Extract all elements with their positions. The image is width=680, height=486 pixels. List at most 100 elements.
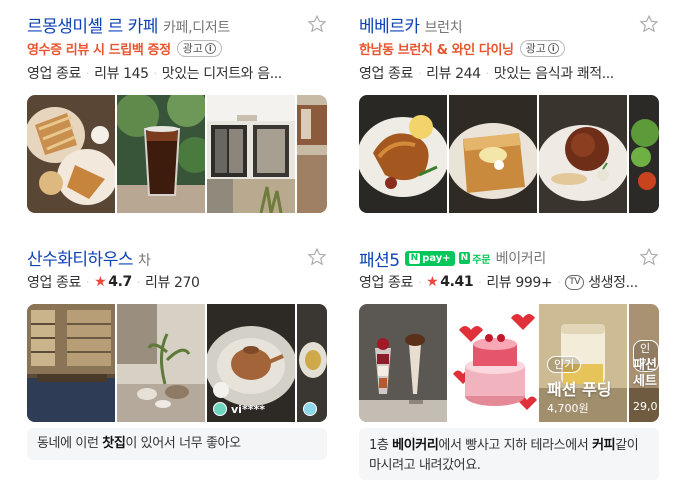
ad-badge[interactable]: 광고 i	[519, 39, 565, 57]
place-name[interactable]: 산수화티하우스	[27, 245, 133, 270]
place-name[interactable]: 르몽생미셸 르 카페	[27, 12, 158, 37]
separator: ·	[85, 66, 90, 80]
product-price: 29,0	[633, 400, 658, 413]
separator: ·	[136, 275, 141, 289]
review-snippet[interactable]: 동네에 이런 찻집이 있어서 너무 좋아오	[27, 428, 327, 460]
separator: ·	[417, 66, 422, 80]
info-icon: i	[547, 42, 559, 54]
place-card-3[interactable]: 산수화티하우스 차 영업 종료 · ★ 4.7 · 리뷰 270 vi**** …	[27, 245, 327, 460]
review-count[interactable]: 리뷰 244	[426, 63, 481, 83]
info-row: 영업 종료 · ★ 4.41 · 리뷰 999+ · TV 생생정...	[359, 271, 659, 293]
review-text: 이 있어서 너무 좋아오	[125, 436, 241, 451]
place-category: 브런치	[424, 20, 463, 36]
info-row: 영업 종료 · ★ 4.7 · 리뷰 270	[27, 271, 327, 293]
product-name: 패션 푸딩	[547, 380, 612, 399]
review-snippet[interactable]: 1층 베이커리에서 빵사고 지하 테라스에서 커피같이마시려고 내려갔어요.	[359, 428, 659, 480]
place-name[interactable]: 패션5	[359, 246, 400, 271]
separator: ·	[417, 275, 422, 289]
photo-tearoom[interactable]	[27, 304, 115, 422]
photo-iced-coffee[interactable]	[117, 95, 205, 213]
photo-gallery[interactable]: 인기 패션 푸딩 4,700원 인기 패션 세트 29,0	[359, 304, 659, 422]
ad-label: 광고	[525, 41, 546, 55]
photo-french-toast[interactable]	[449, 95, 537, 213]
photo-storefront[interactable]	[207, 95, 295, 213]
naver-n-icon: N	[408, 252, 421, 264]
place-title-row: 르몽생미셸 르 카페 카페,디저트	[27, 12, 327, 38]
place-title-row: 패션5 Npay + N 주문 베이커리	[359, 245, 659, 271]
naverpay-badge: Npay +	[404, 250, 455, 266]
photo-salad[interactable]	[629, 95, 659, 213]
place-card-2[interactable]: 베베르카 브런치 한남동 브런치 & 와인 다이닝 광고 i 영업 종료 · 리뷰…	[359, 12, 659, 217]
photo-teapot[interactable]: vi****	[207, 304, 295, 422]
product-price: 4,700원	[547, 402, 589, 415]
product-set[interactable]: 인기 패션 세트 29,0	[629, 304, 659, 422]
review-keyword: 베이커리	[392, 438, 439, 453]
ad-label: 광고	[182, 41, 203, 55]
photo-gallery[interactable]	[359, 95, 659, 213]
photo-meat-dish[interactable]	[539, 95, 627, 213]
tv-icon: TV	[565, 274, 585, 290]
product-name: 패션 세트	[633, 358, 657, 389]
rating-star-icon: ★	[426, 274, 439, 290]
review-keyword: 찻집	[102, 436, 126, 451]
naverpay-label: pay	[422, 252, 443, 264]
business-status: 영업 종료	[359, 275, 413, 291]
photo-parfait[interactable]	[359, 304, 447, 422]
description: 맛있는 디저트와 음...	[161, 66, 282, 82]
place-category: 카페,디저트	[162, 20, 230, 36]
place-title-row: 베베르카 브런치	[359, 12, 659, 38]
bookmark-star-icon[interactable]	[639, 247, 659, 267]
info-row: 영업 종료 · 리뷰 145 · 맛있는 디저트와 음...	[27, 62, 327, 84]
separator: ·	[557, 275, 561, 289]
info-icon: i	[204, 42, 216, 54]
place-title-row: 산수화티하우스 차	[27, 245, 327, 271]
photo-tea-cup[interactable]	[297, 304, 327, 422]
reviewer-avatar	[213, 402, 227, 416]
tv-show-text[interactable]: 생생정...	[588, 272, 638, 292]
review-count[interactable]: 리뷰 270	[145, 272, 200, 292]
order-badge: N 주문	[458, 251, 491, 266]
photo-interior[interactable]	[297, 95, 327, 213]
info-row: 영업 종료 · 리뷰 244 · 맛있는 음식과 쾌적...	[359, 62, 659, 84]
separator: ·	[153, 66, 158, 80]
reviewer-name: vi****	[231, 403, 265, 416]
order-label: 주문	[472, 254, 491, 266]
place-category: 차	[137, 253, 151, 269]
business-status: 영업 종료	[27, 66, 81, 82]
review-count[interactable]: 리뷰 999+	[486, 272, 552, 292]
description: 맛있는 음식과 쾌적...	[493, 66, 614, 82]
promo-row: 영수증 리뷰 시 드립백 증정 광고 i	[27, 38, 222, 58]
review-count[interactable]: 리뷰 145	[94, 63, 149, 83]
place-card-4[interactable]: 패션5 Npay + N 주문 베이커리 영업 종료 · ★ 4.41 · 리뷰 9…	[359, 245, 659, 480]
popular-badge: 인기	[547, 356, 582, 373]
rating-star-icon: ★	[94, 274, 107, 290]
separator: ·	[478, 275, 482, 289]
rating-value: 4.41	[440, 274, 474, 290]
product-pudding[interactable]: 인기 패션 푸딩 4,700원	[539, 304, 627, 422]
photo-gallery[interactable]: vi****	[27, 304, 327, 422]
reviewer-avatar	[303, 402, 317, 416]
business-status: 영업 종료	[27, 275, 81, 291]
photo-teaset-plant[interactable]	[117, 304, 205, 422]
review-keyword: 커피	[592, 438, 616, 453]
review-text: 에서 빵사고 지하 테라스에서	[438, 438, 593, 453]
photo-dessert[interactable]	[27, 95, 115, 213]
bookmark-star-icon[interactable]	[307, 14, 327, 34]
naver-n-icon: N	[458, 252, 471, 264]
photo-seafood-dish[interactable]	[359, 95, 447, 213]
rating-value: 4.7	[108, 274, 132, 290]
photo-gallery[interactable]	[27, 95, 327, 213]
place-card-1[interactable]: 르몽생미셸 르 카페 카페,디저트 영수증 리뷰 시 드립백 증정 광고 i 영업…	[27, 12, 327, 217]
review-text: 1층	[369, 438, 393, 453]
bookmark-star-icon[interactable]	[639, 14, 659, 34]
place-name[interactable]: 베베르카	[359, 12, 420, 37]
separator: ·	[485, 66, 490, 80]
ad-badge[interactable]: 광고 i	[176, 39, 222, 57]
photo-cake[interactable]	[449, 304, 537, 422]
promo-text[interactable]: 영수증 리뷰 시 드립백 증정	[27, 39, 171, 58]
promo-row: 한남동 브런치 & 와인 다이닝 광고 i	[359, 38, 565, 58]
bookmark-star-icon[interactable]	[307, 247, 327, 267]
promo-text[interactable]: 한남동 브런치 & 와인 다이닝	[359, 39, 514, 58]
place-category: 베이커리	[495, 251, 547, 267]
business-status: 영업 종료	[359, 66, 413, 82]
